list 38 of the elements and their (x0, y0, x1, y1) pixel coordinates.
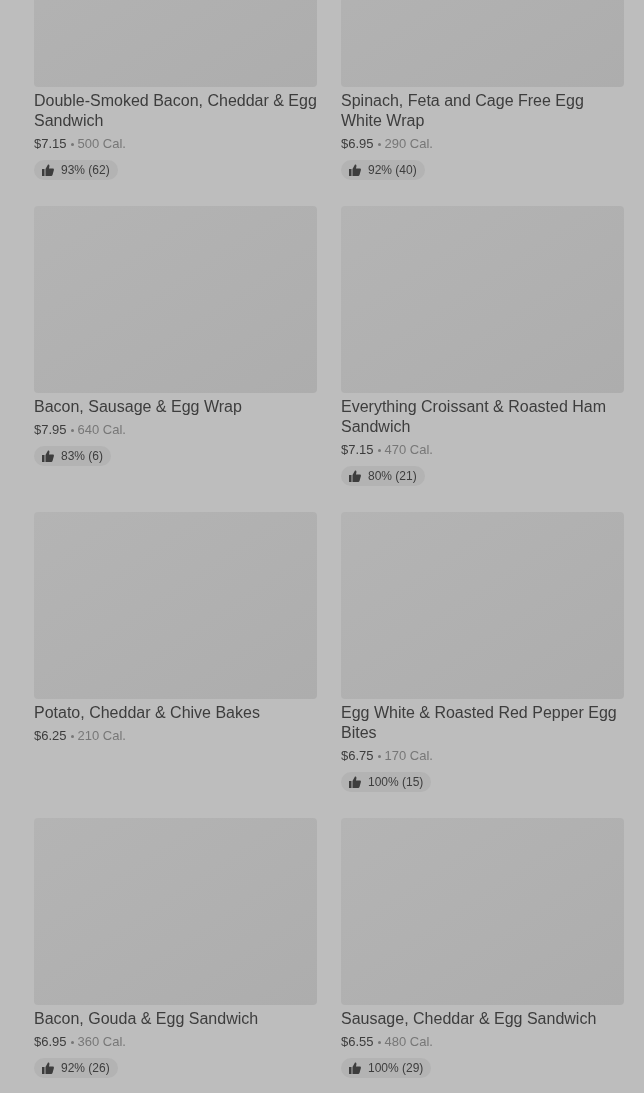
item-price: $7.15 (341, 441, 374, 459)
item-calories: 210 Cal. (77, 727, 126, 745)
rating-badge: 83% (6) (34, 446, 112, 466)
item-name[interactable]: Bacon, Sausage & Egg Wrap (34, 397, 242, 417)
thumbs-up-icon (42, 1062, 54, 1074)
thumbs-up-icon (349, 470, 361, 482)
rating-badge: 80% (21) (341, 466, 425, 486)
thumbs-up-icon (349, 776, 361, 788)
item-name[interactable]: Potato, Cheddar & Chive Bakes (34, 703, 260, 723)
item-calories: 290 Cal. (384, 135, 433, 153)
rating-badge: 93% (62) (34, 160, 118, 180)
item-name[interactable]: Sausage, Cheddar & Egg Sandwich (341, 1009, 597, 1029)
item-name[interactable]: Everything Croissant & Roasted Ham Sandwich (341, 397, 624, 437)
item-calories: 470 Cal. (384, 441, 433, 459)
item-calories: 480 Cal. (384, 1033, 433, 1051)
thumbs-up-icon (42, 164, 54, 176)
rating-badge: 100% (29) (341, 1058, 432, 1078)
item-price: $6.95 (341, 135, 374, 153)
item-calories: 360 Cal. (77, 1033, 126, 1051)
item-calories: 500 Cal. (77, 135, 126, 153)
thumbs-up-icon (349, 1062, 361, 1074)
item-calories: 640 Cal. (77, 421, 126, 439)
item-name[interactable]: Egg White & Roasted Red Pepper Egg Bites (341, 703, 624, 743)
item-calories: 170 Cal. (384, 747, 433, 765)
item-price: $7.95 (34, 421, 67, 439)
item-price: $6.55 (341, 1033, 374, 1051)
rating-badge: 92% (26) (34, 1058, 118, 1078)
item-name[interactable]: Bacon, Gouda & Egg Sandwich (34, 1009, 259, 1029)
thumbs-up-icon (42, 450, 54, 462)
item-name[interactable]: Double-Smoked Bacon, Cheddar & Egg Sandwich (34, 91, 317, 131)
rating-badge: 92% (40) (341, 160, 425, 180)
item-name[interactable]: Spinach, Feta and Cage Free Egg White Wrap (341, 91, 624, 131)
thumbs-up-icon (349, 164, 361, 176)
item-price: $6.75 (341, 747, 374, 765)
item-price: $6.95 (34, 1033, 67, 1051)
item-price: $6.25 (34, 727, 67, 745)
rating-badge: 100% (15) (341, 772, 432, 792)
item-price: $7.15 (34, 135, 67, 153)
